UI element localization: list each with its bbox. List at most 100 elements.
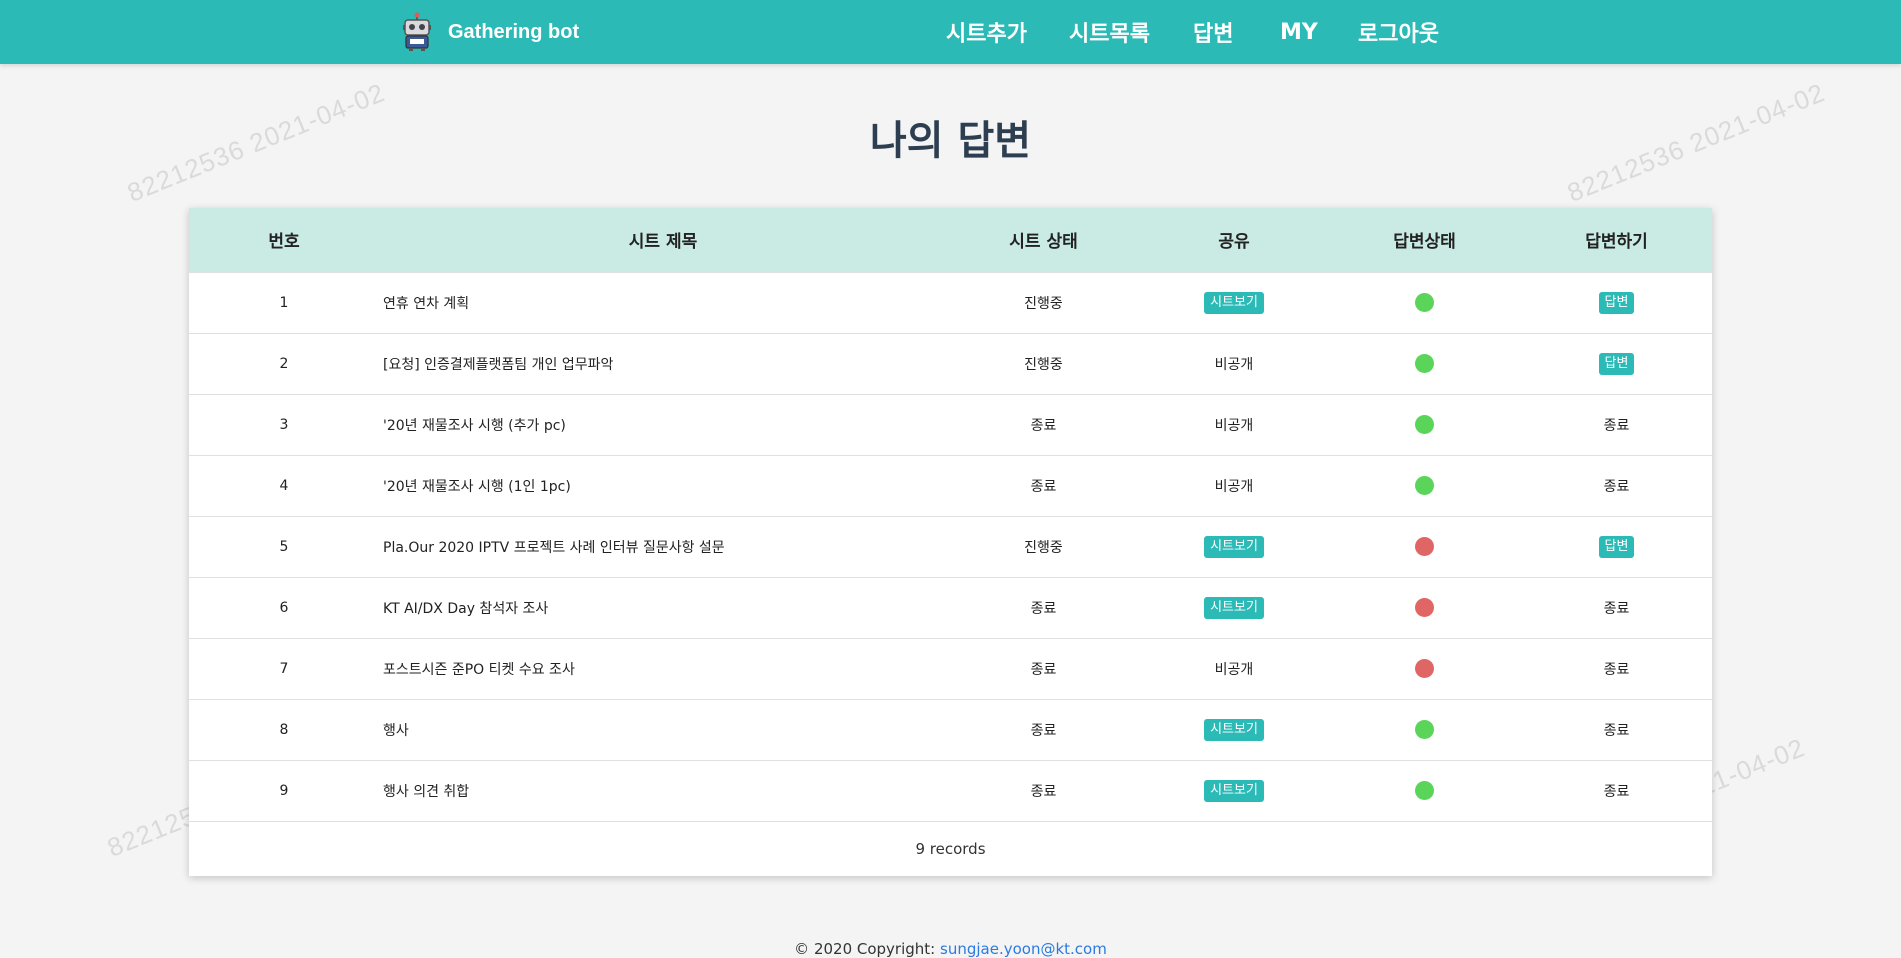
- column-header-sheet-status[interactable]: 시트 상태: [947, 208, 1140, 272]
- records-count: 9 records: [189, 821, 1712, 876]
- nav-logout[interactable]: 로그아웃: [1358, 0, 1439, 64]
- share-private-label: 비공개: [1214, 417, 1254, 434]
- row-answer-status: [1328, 333, 1521, 394]
- nav-answers[interactable]: 답변: [1193, 0, 1233, 64]
- status-dot-icon: [1415, 415, 1434, 434]
- row-number: 7: [279, 660, 289, 677]
- row-answer-status: [1328, 760, 1521, 821]
- column-header-sheet-title[interactable]: 시트 제목: [379, 208, 947, 272]
- row-share: 비공개: [1140, 455, 1328, 516]
- row-sheet-status: 종료: [1030, 722, 1057, 739]
- table-row[interactable]: 5 Pla.Our 2020 IPTV 프로젝트 사례 인터뷰 질문사항 설문 진행…: [189, 516, 1712, 577]
- column-header-number[interactable]: 번호: [189, 208, 379, 272]
- row-number: 6: [279, 599, 289, 616]
- row-share: 시트보기: [1140, 516, 1328, 577]
- answer-closed-label: 종료: [1603, 661, 1630, 678]
- row-number: 9: [279, 782, 289, 799]
- status-dot-icon: [1415, 354, 1434, 373]
- row-answer-action: 답변: [1521, 333, 1712, 394]
- row-sheet-status: 종료: [1030, 478, 1057, 495]
- row-sheet-title[interactable]: 포스트시즌 준PO 티켓 수요 조사: [379, 638, 947, 699]
- row-sheet-title[interactable]: Pla.Our 2020 IPTV 프로젝트 사례 인터뷰 질문사항 설문: [379, 516, 947, 577]
- row-answer-action: 종료: [1521, 699, 1712, 760]
- row-number: 5: [279, 538, 289, 555]
- row-sheet-status: 종료: [1030, 783, 1057, 800]
- answer-button[interactable]: 답변: [1598, 291, 1635, 314]
- answer-closed-label: 종료: [1603, 722, 1630, 739]
- status-dot-icon: [1415, 659, 1434, 678]
- table-row[interactable]: 4 '20년 재물조사 시행 (1인 1pc) 종료 비공개 종료: [189, 455, 1712, 516]
- row-answer-status: [1328, 272, 1521, 333]
- row-answer-status: [1328, 699, 1521, 760]
- row-answer-status: [1328, 394, 1521, 455]
- row-answer-action: 종료: [1521, 577, 1712, 638]
- view-sheet-button[interactable]: 시트보기: [1204, 779, 1264, 802]
- contact-email-link[interactable]: sungjae.yoon@kt.com: [940, 940, 1107, 958]
- view-sheet-button[interactable]: 시트보기: [1204, 718, 1264, 741]
- view-sheet-button[interactable]: 시트보기: [1204, 596, 1264, 619]
- brand[interactable]: Gathering bot: [400, 12, 579, 52]
- row-share: 시트보기: [1140, 577, 1328, 638]
- view-sheet-button[interactable]: 시트보기: [1204, 535, 1264, 558]
- row-answer-status: [1328, 638, 1521, 699]
- answer-closed-label: 종료: [1603, 600, 1630, 617]
- row-answer-status: [1328, 577, 1521, 638]
- row-sheet-title[interactable]: '20년 재물조사 시행 (추가 pc): [379, 394, 947, 455]
- row-answer-status: [1328, 516, 1521, 577]
- column-header-answer-status[interactable]: 답변상태: [1328, 208, 1521, 272]
- table-row[interactable]: 3 '20년 재물조사 시행 (추가 pc) 종료 비공개 종료: [189, 394, 1712, 455]
- row-sheet-title[interactable]: 연휴 연차 계획: [379, 272, 947, 333]
- row-number: 1: [279, 294, 289, 311]
- row-sheet-title[interactable]: 행사: [379, 699, 947, 760]
- status-dot-icon: [1415, 537, 1434, 556]
- row-share: 시트보기: [1140, 272, 1328, 333]
- page-title: 나의 답변: [869, 118, 1032, 164]
- row-number: 4: [279, 477, 289, 494]
- nav-my[interactable]: MY: [1280, 0, 1318, 64]
- row-share: 비공개: [1140, 394, 1328, 455]
- share-private-label: 비공개: [1214, 478, 1254, 495]
- share-private-label: 비공개: [1214, 661, 1254, 678]
- row-sheet-title[interactable]: [요청] 인증결제플랫폼팀 개인 업무파악: [379, 333, 947, 394]
- table-row[interactable]: 2 [요청] 인증결제플랫폼팀 개인 업무파악 진행중 비공개 답변: [189, 333, 1712, 394]
- status-dot-icon: [1415, 781, 1434, 801]
- row-answer-status: [1328, 455, 1521, 516]
- row-answer-action: 종료: [1521, 394, 1712, 455]
- nav-add-sheet[interactable]: 시트추가: [946, 0, 1027, 64]
- row-share: 시트보기: [1140, 760, 1328, 821]
- table-row[interactable]: 8 행사 종료 시트보기 종료: [189, 699, 1712, 760]
- row-share: 비공개: [1140, 333, 1328, 394]
- row-sheet-status: 진행중: [1024, 295, 1063, 312]
- row-sheet-status: 종료: [1030, 417, 1057, 434]
- status-dot-icon: [1415, 720, 1434, 739]
- row-share: 시트보기: [1140, 699, 1328, 760]
- row-sheet-status: 진행중: [1024, 539, 1063, 556]
- answers-table: 번호 시트 제목 시트 상태 공유 답변상태 답변하기 1 연휴 연차 계획 진행중…: [189, 208, 1712, 821]
- table-row[interactable]: 7 포스트시즌 준PO 티켓 수요 조사 종료 비공개 종료: [189, 638, 1712, 699]
- view-sheet-button[interactable]: 시트보기: [1204, 291, 1264, 314]
- table-row[interactable]: 1 연휴 연차 계획 진행중 시트보기 답변: [189, 272, 1712, 333]
- column-header-share[interactable]: 공유: [1140, 208, 1328, 272]
- column-header-answer-action[interactable]: 답변하기: [1521, 208, 1712, 272]
- row-answer-action: 종료: [1521, 760, 1712, 821]
- answers-table-card: 번호 시트 제목 시트 상태 공유 답변상태 답변하기 1 연휴 연차 계획 진행중…: [189, 208, 1712, 876]
- answer-button[interactable]: 답변: [1598, 352, 1635, 375]
- row-sheet-status: 진행중: [1024, 356, 1063, 373]
- row-sheet-status: 종료: [1030, 661, 1057, 678]
- table-row[interactable]: 6 KT AI/DX Day 참석자 조사 종료 시트보기 종료: [189, 577, 1712, 638]
- status-dot-icon: [1415, 293, 1434, 312]
- row-number: 3: [279, 416, 289, 433]
- top-navbar: Gathering bot 시트추가 시트목록 답변 MY 로그아웃: [0, 0, 1901, 64]
- table-body: 1 연휴 연차 계획 진행중 시트보기 답변 2 [요청] 인증결제플랫폼팀 개인 업무파악…: [189, 272, 1712, 821]
- answer-button[interactable]: 답변: [1598, 535, 1635, 558]
- row-sheet-title[interactable]: '20년 재물조사 시행 (1인 1pc): [379, 455, 947, 516]
- brand-name: Gathering bot: [448, 20, 580, 43]
- share-private-label: 비공개: [1214, 356, 1254, 373]
- nav-sheet-list[interactable]: 시트목록: [1069, 0, 1150, 64]
- row-share: 비공개: [1140, 638, 1328, 699]
- table-row[interactable]: 9 행사 의견 취합 종료 시트보기 종료: [189, 760, 1712, 821]
- page-footer: © 2020 Copyright: sungjae.yoon@kt.com: [0, 940, 1901, 958]
- row-sheet-title[interactable]: 행사 의견 취합: [379, 760, 947, 821]
- table-header: 번호 시트 제목 시트 상태 공유 답변상태 답변하기: [189, 208, 1712, 272]
- row-sheet-title[interactable]: KT AI/DX Day 참석자 조사: [379, 577, 947, 638]
